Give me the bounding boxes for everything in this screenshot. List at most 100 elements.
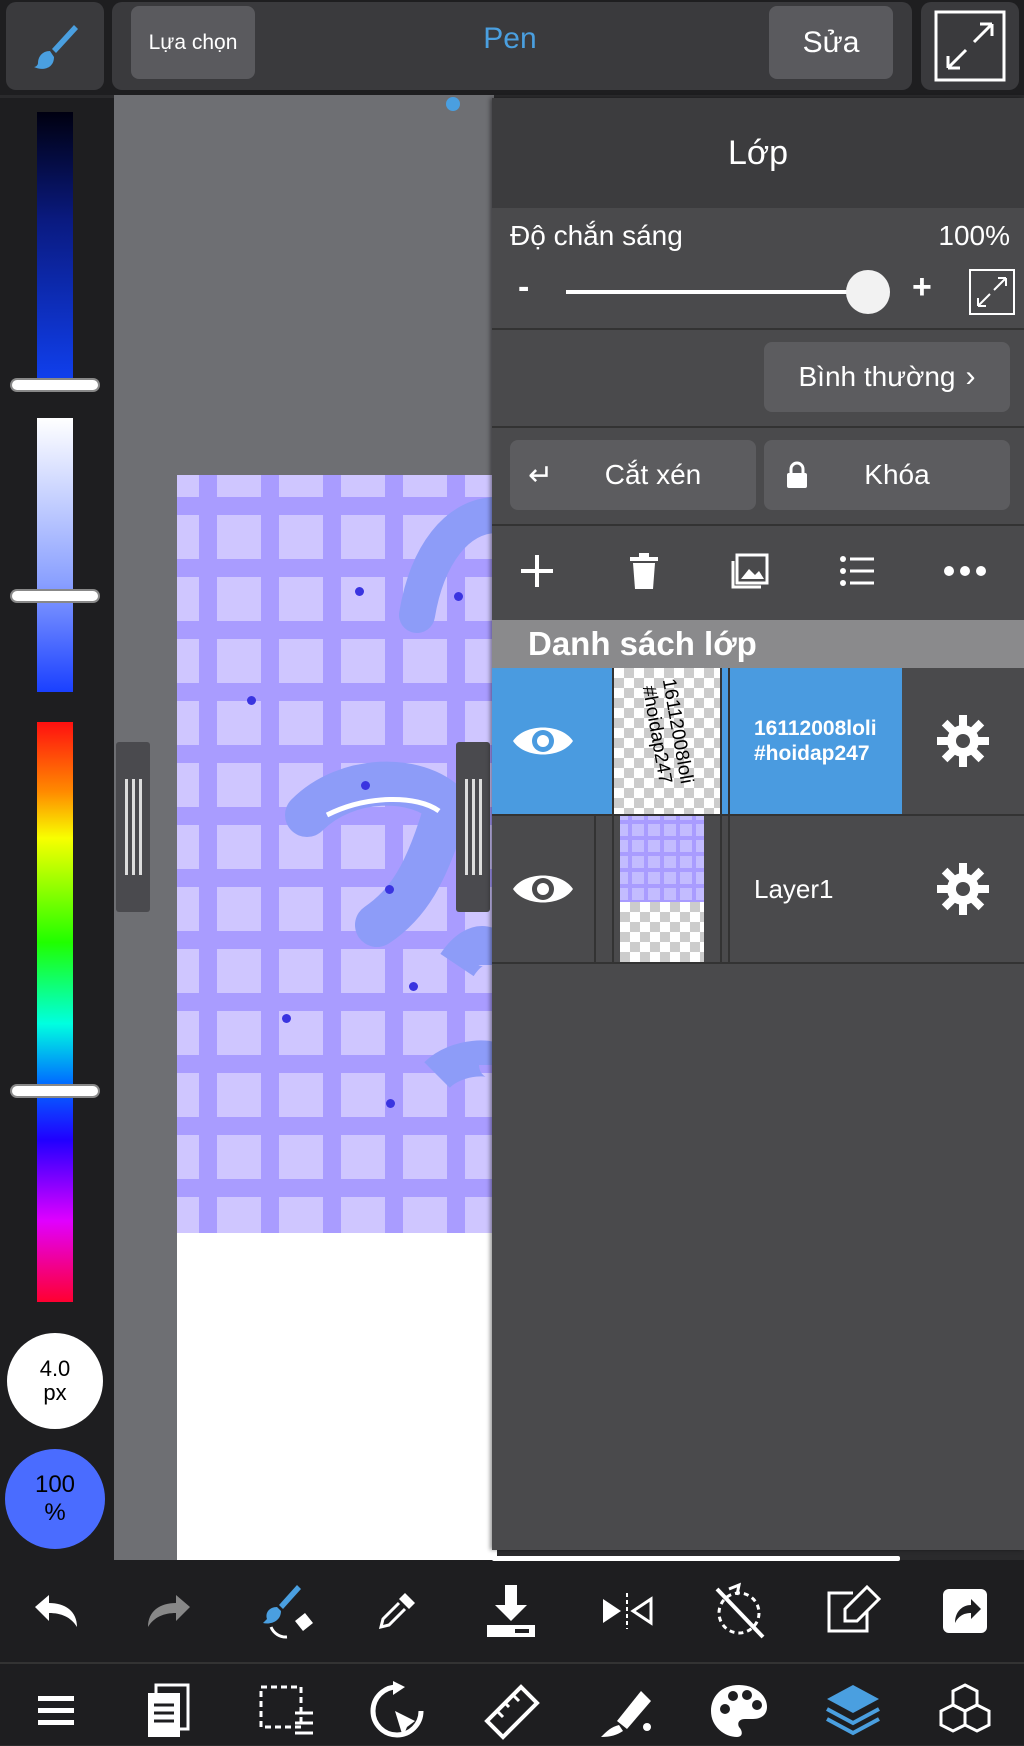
ruler-button[interactable] bbox=[476, 1676, 546, 1746]
opacity-increase-button[interactable]: + bbox=[912, 268, 932, 307]
materials-button[interactable] bbox=[930, 1676, 1000, 1746]
eyedropper-icon bbox=[378, 1593, 415, 1630]
clipping-button[interactable]: ↵ Cắt xén bbox=[510, 440, 756, 510]
layer-visibility-toggle[interactable] bbox=[492, 816, 596, 962]
row-divider bbox=[728, 816, 730, 962]
clipping-label: Cắt xén bbox=[604, 459, 702, 490]
pages-icon bbox=[148, 1683, 190, 1737]
layer-row-selected[interactable]: 16112008loli #hoidap247 16112008loli #ho… bbox=[492, 668, 1024, 816]
eye-icon bbox=[513, 875, 573, 903]
brightness-slider-handle[interactable] bbox=[12, 380, 98, 390]
materials-icon bbox=[939, 1683, 991, 1733]
layer-thumbnail bbox=[614, 816, 722, 962]
selection-label: Lựa chọn bbox=[148, 30, 238, 54]
palette-button[interactable] bbox=[704, 1676, 774, 1746]
clip-arrow-icon: ↵ bbox=[528, 458, 554, 492]
layer-settings-button[interactable] bbox=[902, 816, 1024, 962]
artwork-dot bbox=[386, 1099, 395, 1108]
hue-slider-handle[interactable] bbox=[12, 1086, 98, 1096]
pages-button[interactable] bbox=[134, 1676, 204, 1746]
lock-icon bbox=[787, 461, 807, 488]
layer-row[interactable]: Layer1 bbox=[492, 816, 1024, 964]
brush-opacity-button[interactable]: 100 % bbox=[5, 1449, 105, 1549]
artwork-dot bbox=[247, 696, 256, 705]
saturation-slider-handle[interactable] bbox=[12, 591, 98, 601]
brush-eraser-toggle-button[interactable] bbox=[252, 1576, 322, 1646]
download-icon bbox=[487, 1585, 535, 1637]
expand-icon bbox=[934, 10, 1006, 82]
toolbar-separator bbox=[0, 1662, 1024, 1664]
more-options-button[interactable] bbox=[930, 536, 1000, 606]
lock-label: Khóa bbox=[864, 459, 930, 490]
layer-indent bbox=[594, 668, 614, 814]
opacity-slider-track[interactable] bbox=[566, 290, 856, 294]
transform-toggle-button[interactable] bbox=[704, 1576, 774, 1646]
eyedropper-button[interactable] bbox=[362, 1576, 432, 1646]
share-button[interactable] bbox=[930, 1576, 1000, 1646]
brightness-slider[interactable] bbox=[37, 112, 73, 384]
layer-options-row: ↵ Cắt xén Khóa bbox=[492, 428, 1024, 526]
list-icon bbox=[840, 556, 874, 586]
artwork-dot bbox=[361, 781, 370, 790]
expand-icon bbox=[969, 269, 1015, 315]
eye-icon bbox=[513, 727, 573, 755]
edit-label: Sửa bbox=[802, 25, 860, 59]
undo-icon bbox=[35, 1595, 77, 1627]
brush-size-button[interactable]: 4.0 px bbox=[7, 1333, 103, 1429]
edit-canvas-button[interactable] bbox=[818, 1576, 888, 1646]
thumbnail-artwork bbox=[620, 816, 704, 902]
main-menu-button[interactable] bbox=[21, 1676, 91, 1746]
hue-slider[interactable] bbox=[37, 722, 73, 1302]
layer-settings-button[interactable] bbox=[902, 668, 1024, 814]
redo-button[interactable] bbox=[134, 1576, 204, 1646]
fill-tool-button[interactable] bbox=[592, 1676, 662, 1746]
plus-icon bbox=[521, 555, 553, 587]
current-tool-title[interactable]: Pen bbox=[420, 22, 600, 56]
add-layer-button[interactable] bbox=[502, 536, 572, 606]
blend-mode-label: Bình thường bbox=[798, 361, 956, 392]
layers-button[interactable] bbox=[818, 1676, 888, 1746]
symmetry-button[interactable] bbox=[592, 1576, 662, 1646]
artwork-dot bbox=[409, 982, 418, 991]
opacity-expand-button[interactable] bbox=[968, 268, 1016, 321]
delete-layer-button[interactable] bbox=[609, 536, 679, 606]
import-image-button[interactable] bbox=[716, 536, 786, 606]
fill-icon bbox=[601, 1691, 651, 1737]
layer-name-line2: #hoidap247 bbox=[754, 742, 870, 765]
artwork-dot bbox=[385, 885, 394, 894]
right-panel-grip[interactable] bbox=[456, 742, 490, 912]
opacity-slider-thumb[interactable] bbox=[846, 270, 890, 314]
gear-icon bbox=[937, 863, 989, 915]
brush-tool-button[interactable] bbox=[6, 2, 104, 90]
brush-eraser-toggle-icon bbox=[263, 1585, 313, 1639]
layer-visibility-toggle[interactable] bbox=[492, 668, 596, 814]
selection-tool-button[interactable] bbox=[252, 1676, 322, 1746]
edit-button[interactable]: Sửa bbox=[769, 6, 893, 79]
image-icon bbox=[731, 553, 769, 589]
save-button[interactable] bbox=[476, 1576, 546, 1646]
undo-button[interactable] bbox=[21, 1576, 91, 1646]
selection-icon bbox=[259, 1685, 313, 1735]
lock-button[interactable]: Khóa bbox=[764, 440, 1010, 510]
transform-off-icon bbox=[715, 1582, 765, 1639]
blend-mode-button[interactable]: Bình thường › bbox=[764, 342, 1010, 412]
left-panel-grip[interactable] bbox=[116, 742, 150, 912]
edit-canvas-icon bbox=[827, 1584, 882, 1633]
fullscreen-button[interactable] bbox=[921, 2, 1019, 90]
layers-icon bbox=[826, 1685, 880, 1736]
rotate-canvas-button[interactable] bbox=[362, 1676, 432, 1746]
layer-opacity-row: Độ chắn sáng 100% - + bbox=[492, 208, 1024, 330]
brush-size-unit: px bbox=[43, 1380, 67, 1405]
saturation-slider[interactable] bbox=[37, 418, 73, 692]
page-indicator-dot bbox=[446, 97, 460, 111]
layer-list-button[interactable] bbox=[823, 536, 893, 606]
opacity-decrease-button[interactable]: - bbox=[518, 268, 529, 307]
more-icon bbox=[944, 566, 986, 576]
artwork-dot bbox=[282, 1014, 291, 1023]
selection-button[interactable]: Lựa chọn bbox=[131, 6, 255, 79]
artwork-pattern bbox=[177, 475, 497, 1233]
opacity-label: Độ chắn sáng bbox=[510, 220, 683, 251]
layer-name-line1: 16112008loli bbox=[754, 717, 877, 740]
rotate-icon bbox=[370, 1681, 424, 1738]
artwork-strokes bbox=[285, 497, 497, 1089]
